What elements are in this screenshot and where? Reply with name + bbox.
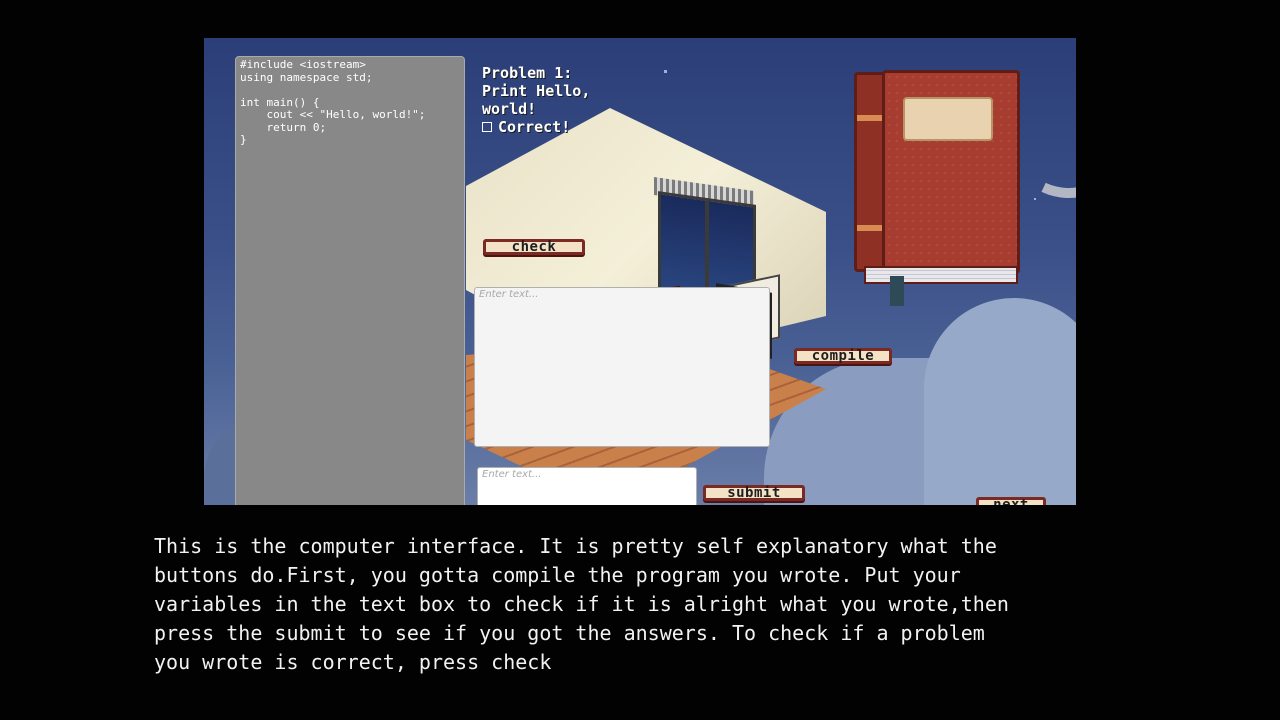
game-screen: #include <iostream> using namespace std;… [0,0,1280,720]
code-line: int main() { [240,95,320,109]
book-pages [864,266,1018,284]
answer-placeholder: Enter text... [482,469,542,480]
cloud [924,298,1076,505]
submit-button[interactable]: submit [703,485,805,501]
problem-panel: Problem 1: Print Hello, world! Correct! [482,64,632,136]
output-textbox[interactable]: Enter text... [474,287,770,447]
problem-text-2: world! [482,100,537,118]
problem-status: Correct! [482,118,632,136]
output-placeholder: Enter text... [479,289,539,300]
next-button[interactable]: next [976,497,1046,505]
compile-button[interactable]: compile [794,348,892,364]
problem-text: Print Hello, [482,82,591,100]
code-line: using namespace std; [240,70,373,84]
code-line: #include <iostream> [240,58,366,71]
answer-input[interactable]: Enter text... [477,467,697,505]
problem-status-label: Correct! [498,118,571,136]
dialogue-text[interactable]: This is the computer interface. It is pr… [154,532,1214,677]
star [1034,198,1036,200]
checkbox-icon [482,122,492,132]
book-ribbon [890,276,904,306]
problem-title: Problem 1: [482,64,573,82]
book-icon[interactable] [854,70,1020,306]
code-line: } [240,133,247,146]
game-viewport: #include <iostream> using namespace std;… [204,38,1076,505]
book-label [903,97,993,141]
code-text[interactable]: #include <iostream> using namespace std;… [236,57,464,149]
code-line: return 0; [240,120,327,134]
star [664,70,667,73]
check-button[interactable]: check [483,239,585,255]
code-editor[interactable]: #include <iostream> using namespace std;… [235,56,465,505]
code-line: cout << "Hello, world!"; [240,108,426,121]
book-cover [882,70,1020,274]
